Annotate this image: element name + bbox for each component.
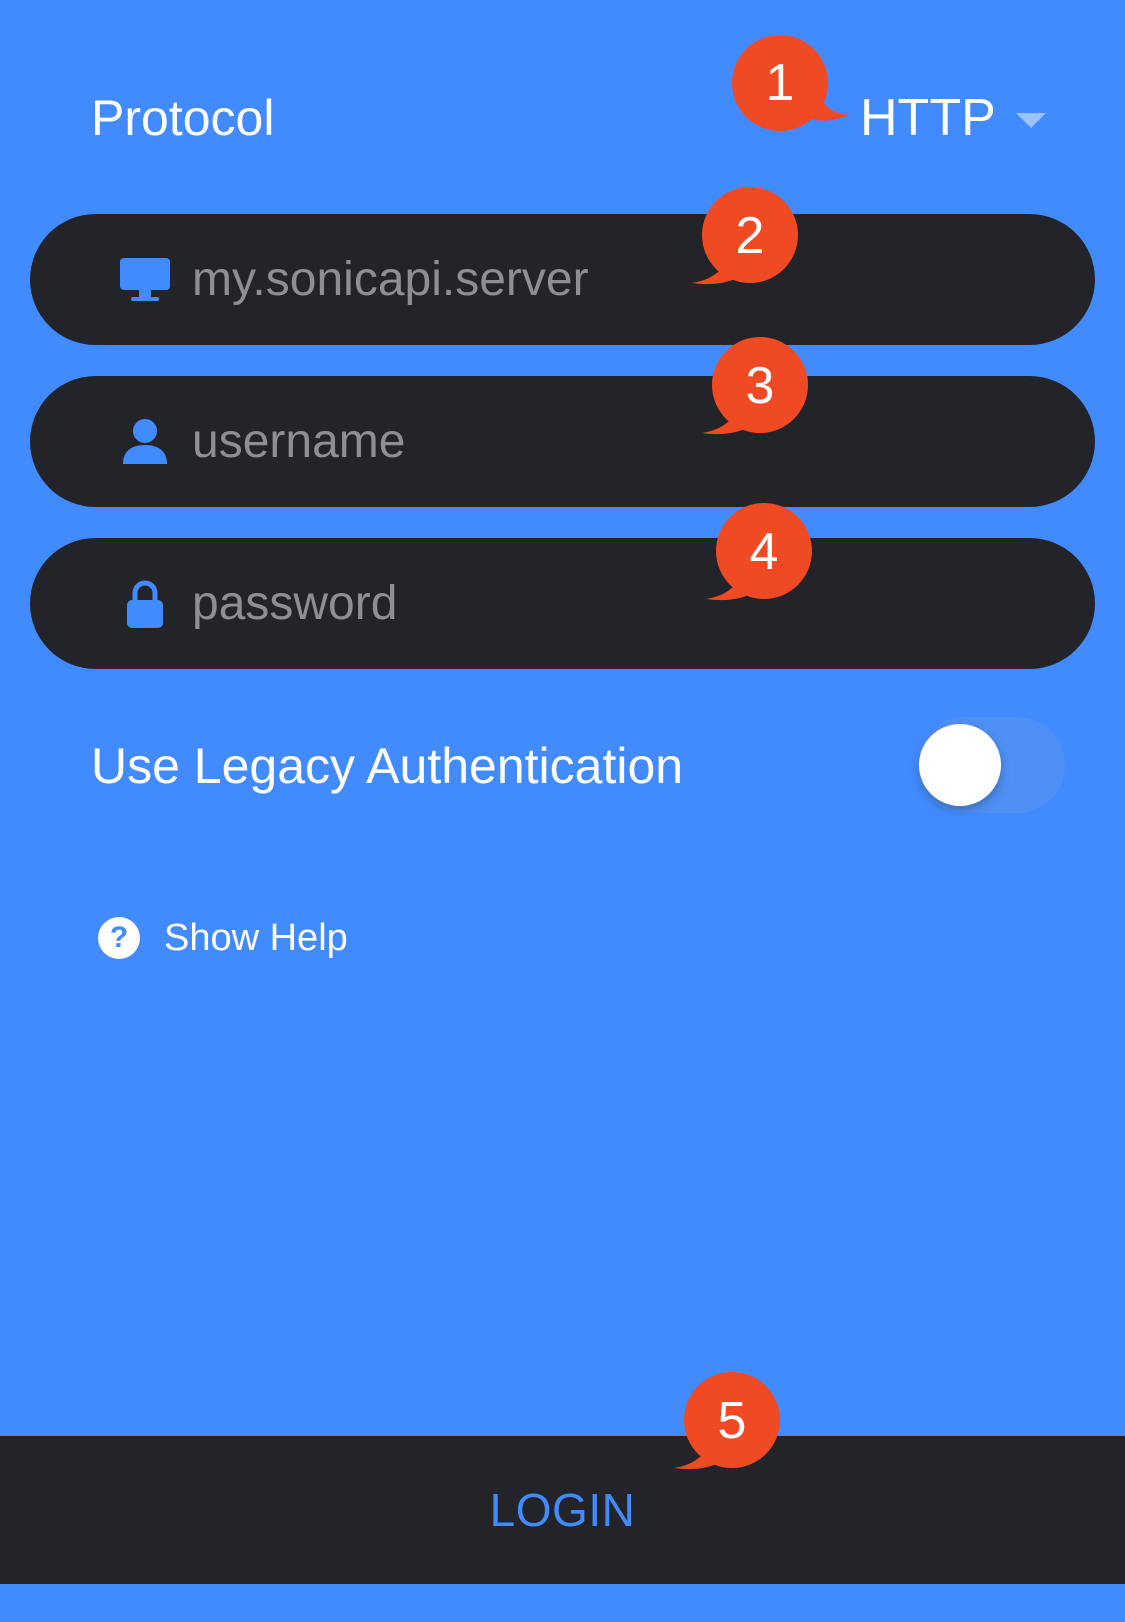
- server-field[interactable]: [30, 214, 1095, 345]
- protocol-label: Protocol: [91, 90, 275, 146]
- chevron-down-icon: [1015, 112, 1046, 128]
- callout-number: 3: [746, 357, 775, 415]
- protocol-dropdown[interactable]: HTTP: [860, 86, 1046, 150]
- protocol-value: HTTP: [860, 89, 996, 147]
- callout-badge-2: 2: [688, 187, 798, 287]
- login-label: LOGIN: [489, 1484, 636, 1536]
- server-input[interactable]: [192, 252, 1012, 307]
- username-input[interactable]: [192, 414, 1012, 469]
- callout-number: 5: [718, 1392, 747, 1450]
- login-button[interactable]: LOGIN: [0, 1436, 1125, 1584]
- username-field[interactable]: [30, 376, 1095, 507]
- callout-number: 2: [736, 207, 765, 265]
- question-circle-icon: ?: [98, 917, 140, 959]
- monitor-icon: [118, 253, 172, 307]
- callout-number: 1: [766, 54, 795, 112]
- lock-icon: [118, 577, 172, 631]
- user-icon: [118, 415, 172, 469]
- toggle-knob: [919, 724, 1001, 806]
- password-input[interactable]: [192, 576, 1012, 631]
- callout-badge-3: 3: [698, 337, 808, 437]
- show-help-link[interactable]: ? Show Help: [98, 916, 348, 960]
- password-field[interactable]: [30, 538, 1095, 669]
- callout-number: 4: [750, 523, 779, 581]
- callout-badge-5: 5: [670, 1372, 780, 1472]
- show-help-label: Show Help: [164, 916, 348, 959]
- legacy-auth-toggle[interactable]: [917, 717, 1065, 813]
- callout-badge-4: 4: [702, 503, 812, 603]
- legacy-auth-label: Use Legacy Authentication: [91, 738, 684, 794]
- callout-badge-1: 1: [730, 33, 850, 133]
